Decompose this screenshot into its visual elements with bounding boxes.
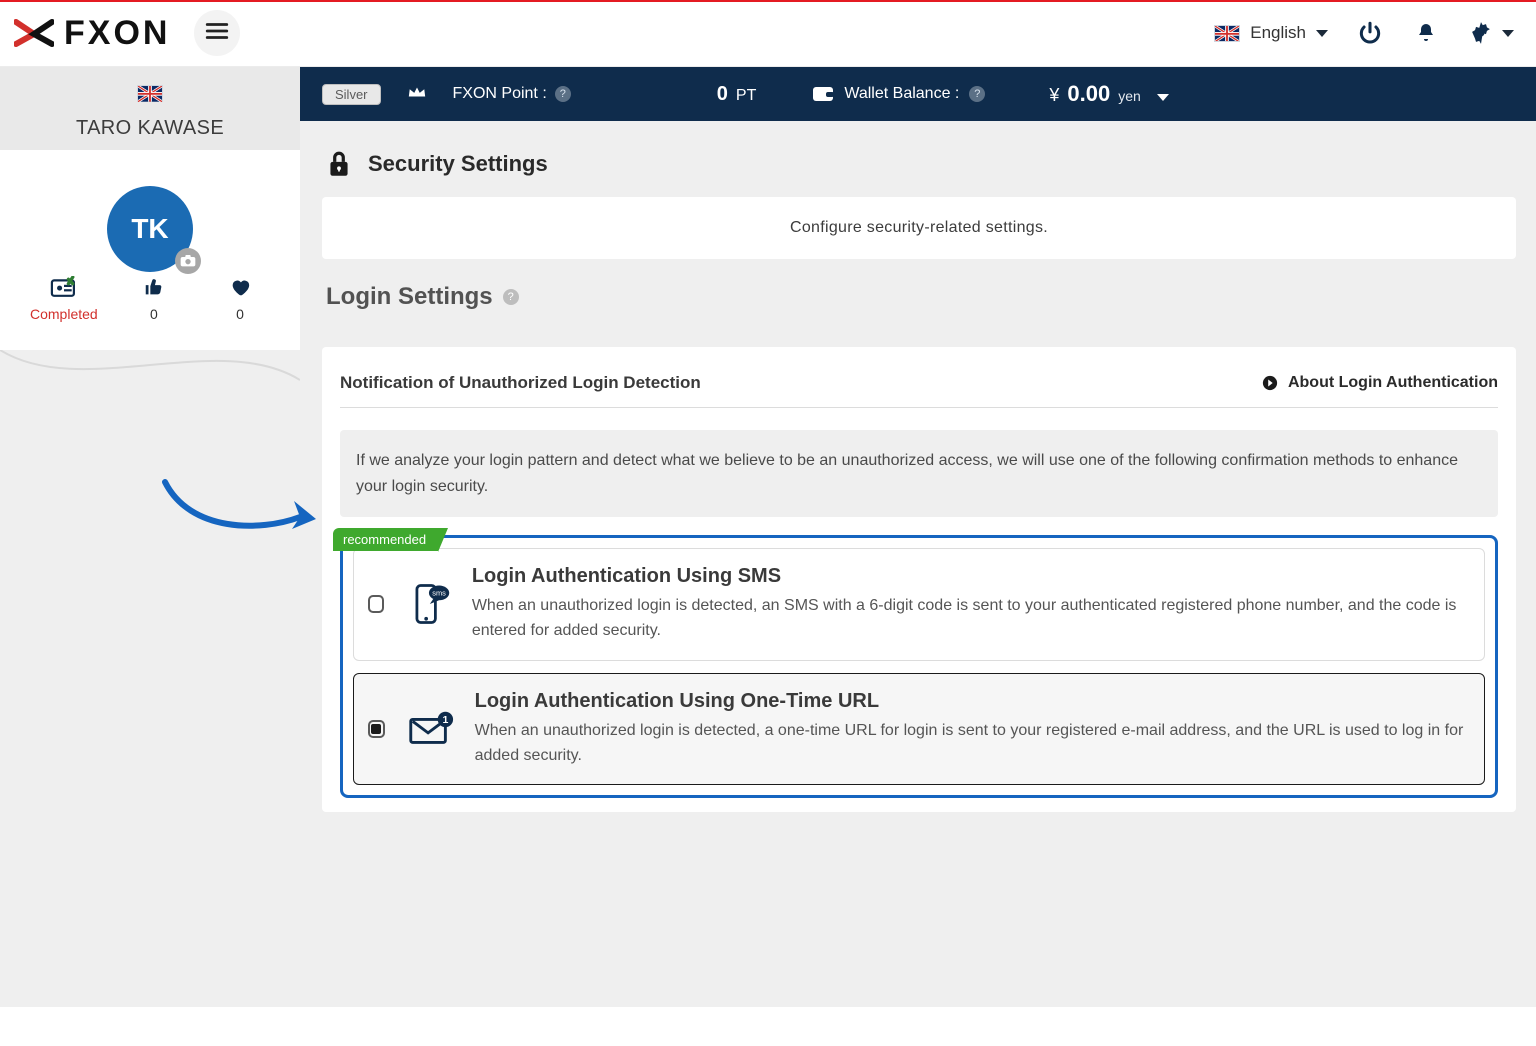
section-login-title-text: Login Settings — [326, 283, 493, 311]
chevron-down-icon — [1316, 30, 1328, 37]
uk-flag-icon — [1214, 25, 1240, 42]
lock-icon — [326, 149, 352, 179]
wallet-icon — [812, 86, 834, 102]
section-login-title: Login Settings ? — [326, 283, 1512, 311]
thumbs-up-icon — [143, 276, 165, 298]
login-options: recommended sms Login Authentication Usi… — [340, 535, 1498, 798]
wallet-label: Wallet Balance : — [844, 85, 959, 103]
id-card-icon — [50, 276, 78, 298]
checkbox[interactable] — [368, 595, 384, 613]
uk-flag-icon — [137, 85, 163, 102]
currency-unit: yen — [1118, 88, 1141, 104]
about-login-auth-label: About Login Authentication — [1288, 374, 1498, 392]
help-icon[interactable]: ? — [969, 86, 985, 102]
sidebar: TARO KAWASE TK Completed 0 — [0, 67, 300, 1007]
option-url[interactable]: 1 Login Authentication Using One-Time UR… — [353, 673, 1485, 786]
page-title: Security Settings — [326, 149, 1516, 179]
chevron-circle-right-icon — [1262, 375, 1278, 391]
stat-completed-label: Completed — [30, 306, 98, 322]
language-selector[interactable]: English — [1214, 23, 1328, 43]
crown-icon — [407, 84, 427, 105]
stat-hearts[interactable]: 0 — [210, 276, 270, 322]
points-unit: PT — [736, 87, 756, 105]
arrow-annotation — [160, 477, 320, 552]
chevron-down-icon — [1157, 94, 1169, 101]
points-label: FXON Point : — [453, 85, 547, 103]
login-note: If we analyze your login pattern and det… — [340, 430, 1498, 517]
language-label: English — [1250, 23, 1306, 43]
hamburger-icon — [204, 18, 230, 49]
stat-hearts-value: 0 — [236, 306, 244, 322]
option-sms[interactable]: sms Login Authentication Using SMS When … — [353, 548, 1485, 661]
heart-icon — [228, 276, 252, 298]
login-settings-card: Notification of Unauthorized Login Detec… — [322, 347, 1516, 812]
info-bar: Silver FXON Point : ? 0 PT Wallet Balanc… — [300, 67, 1536, 121]
option-url-title: Login Authentication Using One-Time URL — [475, 690, 1466, 713]
svg-text:sms: sms — [432, 589, 446, 598]
page-title-text: Security Settings — [368, 151, 548, 177]
header: FXON English — [0, 2, 1536, 67]
tier-badge: Silver — [322, 84, 381, 105]
mail-icon: 1 — [405, 703, 455, 755]
currency-symbol: ¥ — [1049, 85, 1059, 106]
wave-divider — [0, 350, 300, 410]
row-head: Notification of Unauthorized Login Detec… — [340, 357, 1498, 408]
power-button[interactable] — [1356, 19, 1384, 47]
notifications-button[interactable] — [1412, 19, 1440, 47]
main: Silver FXON Point : ? 0 PT Wallet Balanc… — [300, 67, 1536, 1007]
balance-value: 0.00 — [1067, 81, 1110, 107]
points-label-wrap: FXON Point : ? — [453, 85, 571, 103]
wallet-balance[interactable]: ¥ 0.00 yen — [1049, 81, 1168, 107]
wallet-label-wrap: Wallet Balance : ? — [812, 85, 985, 103]
svg-text:1: 1 — [442, 714, 448, 726]
chevron-down-icon — [1502, 30, 1514, 37]
logo[interactable]: FXON — [14, 14, 170, 53]
menu-button[interactable] — [194, 10, 240, 56]
page-subtitle: Configure security-related settings. — [322, 197, 1516, 259]
power-icon — [1357, 20, 1383, 46]
stat-likes[interactable]: 0 — [124, 276, 184, 322]
avatar[interactable]: TK — [107, 186, 193, 272]
help-icon[interactable]: ? — [503, 289, 519, 305]
logo-mark-icon — [14, 19, 54, 47]
option-url-desc: When an unauthorized login is detected, … — [475, 719, 1466, 769]
logo-text: FXON — [64, 14, 170, 53]
gear-icon — [1468, 20, 1494, 46]
camera-icon — [180, 255, 196, 267]
recommended-badge: recommended — [333, 528, 438, 551]
sms-icon: sms — [404, 578, 452, 630]
help-icon[interactable]: ? — [555, 86, 571, 102]
points-value: 0 PT — [717, 83, 757, 106]
about-login-auth-link[interactable]: About Login Authentication — [1262, 374, 1498, 392]
row-head-text: Notification of Unauthorized Login Detec… — [340, 373, 701, 393]
settings-button[interactable] — [1468, 20, 1514, 46]
bell-icon — [1414, 21, 1438, 45]
option-sms-title: Login Authentication Using SMS — [472, 565, 1466, 588]
option-sms-desc: When an unauthorized login is detected, … — [472, 594, 1466, 644]
points-number: 0 — [717, 83, 728, 106]
stat-completed[interactable]: Completed — [30, 276, 98, 322]
checkbox[interactable] — [368, 720, 385, 738]
avatar-camera-button[interactable] — [175, 248, 201, 274]
user-name: TARO KAWASE — [8, 117, 292, 140]
stat-likes-value: 0 — [150, 306, 158, 322]
